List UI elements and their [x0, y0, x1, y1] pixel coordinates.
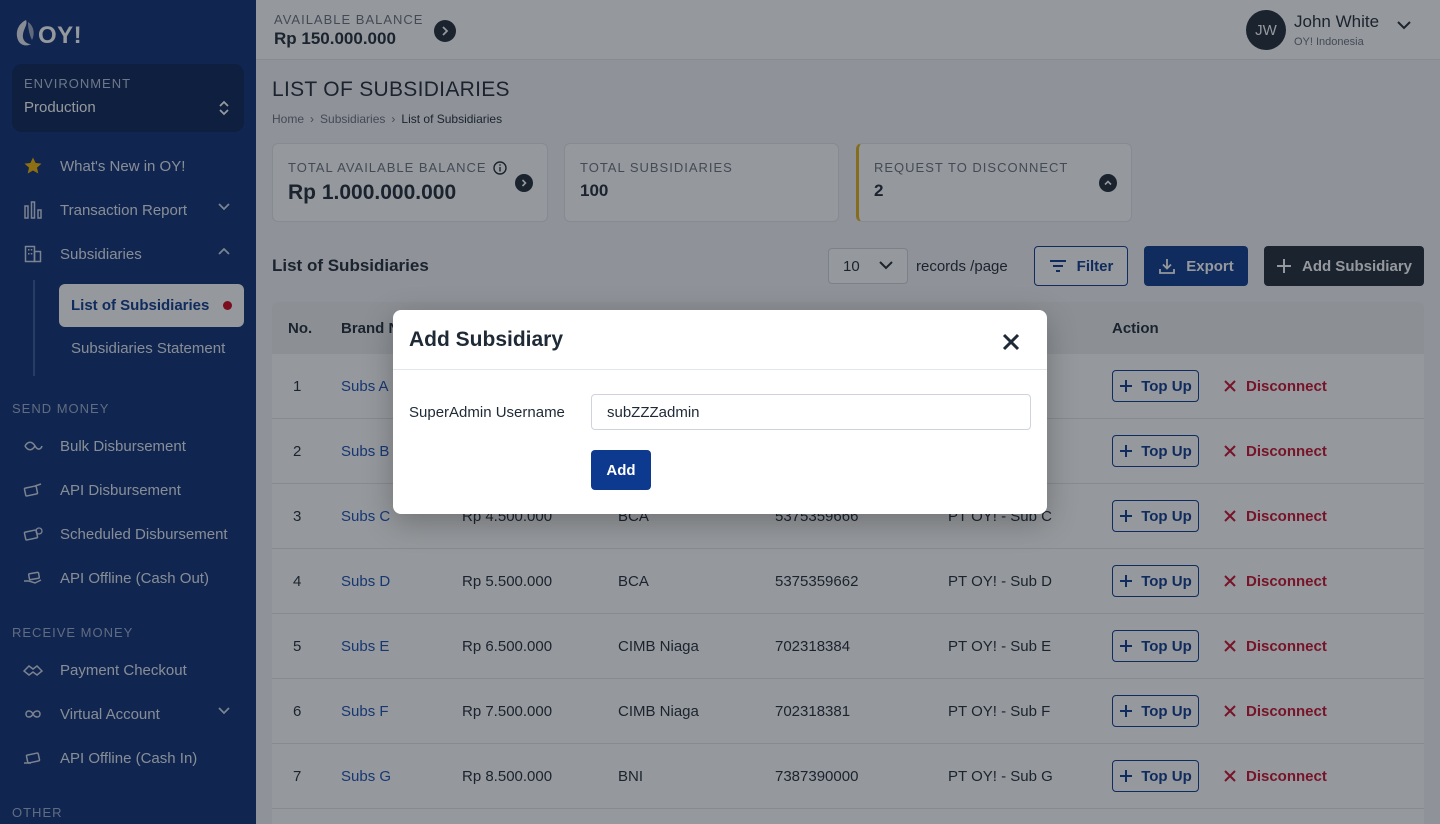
superadmin-username-input[interactable]: [591, 394, 1031, 430]
superadmin-username-label: SuperAdmin Username: [409, 404, 565, 421]
close-icon: [1002, 333, 1020, 351]
add-button[interactable]: Add: [591, 450, 651, 490]
modal-title: Add Subsidiary: [409, 328, 564, 351]
close-button[interactable]: [997, 328, 1025, 356]
modal-divider: [393, 369, 1047, 370]
add-subsidiary-modal: Add Subsidiary SuperAdmin Username Add: [393, 310, 1047, 514]
